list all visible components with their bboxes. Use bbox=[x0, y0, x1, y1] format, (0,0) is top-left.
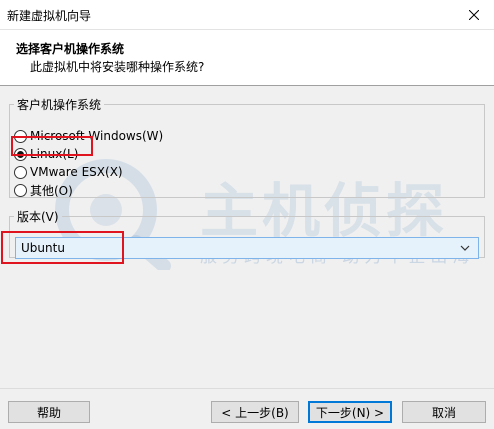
radio-esx-label: VMware ESX(X) bbox=[30, 165, 123, 179]
radio-esx[interactable]: VMware ESX(X) bbox=[14, 163, 123, 181]
page-title: 选择客户机操作系统 bbox=[16, 42, 125, 56]
window-title: 新建虚拟机向导 bbox=[7, 9, 92, 23]
version-select-value: Ubuntu bbox=[21, 241, 65, 255]
radio-linux-label: Linux(L) bbox=[30, 147, 79, 161]
footer-divider bbox=[0, 388, 494, 389]
guest-os-group: 客户机操作系统 Microsoft Windows(W) Linux(L) VM… bbox=[9, 96, 485, 198]
cancel-button[interactable]: 取消 bbox=[402, 401, 486, 423]
radio-circle[interactable] bbox=[14, 129, 27, 143]
version-legend: 版本(V) bbox=[17, 210, 59, 224]
version-group: 版本(V) Ubuntu bbox=[9, 208, 485, 259]
version-select[interactable]: Ubuntu bbox=[15, 237, 479, 259]
back-button[interactable]: < 上一步(B) bbox=[211, 401, 299, 423]
radio-linux[interactable]: Linux(L) bbox=[14, 145, 78, 163]
close-icon[interactable] bbox=[454, 0, 494, 30]
radio-windows-label: Microsoft Windows(W) bbox=[30, 129, 164, 143]
chevron-down-icon[interactable] bbox=[458, 241, 472, 255]
title-bar: 新建虚拟机向导 bbox=[0, 0, 494, 30]
radio-circle-checked[interactable] bbox=[14, 147, 27, 161]
next-button[interactable]: 下一步(N) > bbox=[308, 401, 392, 423]
radio-circle[interactable] bbox=[14, 183, 27, 197]
radio-other[interactable]: 其他(O) bbox=[14, 181, 73, 199]
radio-windows[interactable]: Microsoft Windows(W) bbox=[14, 127, 163, 145]
radio-other-label: 其他(O) bbox=[30, 183, 73, 198]
help-button[interactable]: 帮助 bbox=[8, 401, 90, 423]
wizard-header: 选择客户机操作系统 此虚拟机中将安装哪种操作系统? bbox=[0, 30, 494, 86]
page-subtitle: 此虚拟机中将安装哪种操作系统? bbox=[30, 60, 205, 74]
guest-os-legend: 客户机操作系统 bbox=[17, 98, 102, 112]
radio-circle[interactable] bbox=[14, 165, 27, 179]
